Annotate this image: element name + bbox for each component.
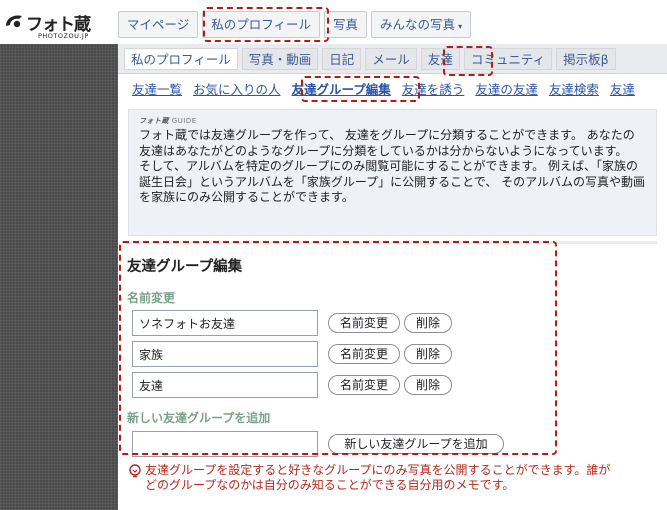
link-friends-of-friends[interactable]: 友達の友達 — [475, 79, 538, 98]
rename-button[interactable]: 名前変更 — [328, 313, 400, 333]
link-favorite-people[interactable]: お気に入りの人 — [193, 79, 281, 98]
tab-community-label: コミュニティ — [470, 51, 546, 67]
guide-text: フォト蔵では友達グループを作って、 友達をグループに分類することができます。 あ… — [139, 128, 646, 205]
group-name-input[interactable] — [132, 341, 318, 367]
chevron-down-icon: ▾ — [458, 22, 463, 31]
guide-brand: フォト蔵 — [139, 117, 169, 125]
rename-label: 名前変更 — [127, 291, 176, 305]
group-row: 名前変更 削除 — [132, 341, 462, 367]
add-group-row: 新しい友達グループを追加 — [132, 431, 512, 457]
tab-diary[interactable]: 日記 — [322, 47, 362, 70]
tab-mail-label: メール — [372, 51, 410, 67]
section-divider — [128, 241, 657, 244]
logo[interactable]: フォト蔵 PHOTOZOU.JP — [4, 10, 116, 42]
group-row: 名前変更 削除 — [132, 310, 462, 336]
tab-diary-label: 日記 — [329, 51, 355, 67]
tab-photos-videos-label: 写真・動画 — [248, 51, 312, 67]
main-nav-photos-label: 写真 — [333, 17, 359, 32]
rename-button[interactable]: 名前変更 — [328, 344, 400, 364]
group-row: 名前変更 削除 — [132, 372, 462, 398]
header: フォト蔵 PHOTOZOU.JP マイページ 私のプロフィール 写真 みんなの写… — [0, 0, 667, 44]
guide-box: フォト蔵 GUIDE フォト蔵では友達グループを作って、 友達をグループに分類す… — [128, 109, 657, 236]
friend-group-edit-section: 友達グループ編集 名前変更 名前変更 削除 名前変更 削除 名前変更 削除 新し… — [118, 241, 667, 510]
lightbulb-icon — [129, 464, 141, 478]
main-nav-photos[interactable]: 写真 — [324, 11, 368, 38]
section-title: 友達グループ編集 — [127, 259, 243, 275]
tab-mail[interactable]: メール — [365, 47, 417, 70]
group-name-input[interactable] — [132, 372, 318, 398]
logo-subtext: PHOTOZOU.JP — [38, 32, 89, 40]
link-edit-friend-groups[interactable]: 友達グループ編集 — [292, 79, 391, 98]
main-nav-mypage-label: マイページ — [127, 17, 190, 32]
link-invite-friends[interactable]: 友達を誘う — [402, 79, 465, 98]
link-friend-list[interactable]: 友達一覧 — [132, 79, 182, 98]
tab-friends-label: 友達 — [427, 51, 453, 67]
main-nav-mypage[interactable]: マイページ — [118, 11, 199, 38]
delete-button[interactable]: 削除 — [404, 375, 452, 395]
friends-sub-nav: 友達一覧 お気に入りの人 友達グループ編集 友達を誘う 友達の友達 友達検索 友… — [118, 76, 667, 100]
main-nav-everyone-photos-label: みんなの写真 — [380, 17, 456, 32]
delete-button[interactable]: 削除 — [404, 344, 452, 364]
guide-label: フォト蔵 GUIDE — [139, 116, 646, 126]
main-nav-my-profile-label: 私のプロフィール — [211, 17, 312, 32]
tab-photos-videos[interactable]: 写真・動画 — [241, 47, 319, 70]
group-name-input[interactable] — [132, 310, 318, 336]
tab-bbs-label: 掲示板β — [563, 51, 609, 67]
main-nav-everyone-photos[interactable]: みんなの写真 ▾ — [371, 11, 472, 38]
logo-mark-icon — [6, 15, 22, 28]
guide-label-text: GUIDE — [171, 117, 197, 125]
help-note-text: 友達グループを設定すると好きなグループにのみ写真を公開することができます。誰が … — [145, 463, 611, 492]
sub-nav: 私のプロフィール 写真・動画 日記 メール 友達 コミュニティ 掲示板β — [118, 44, 667, 74]
rename-button[interactable]: 名前変更 — [328, 375, 400, 395]
link-friend-search[interactable]: 友達検索 — [549, 79, 599, 98]
tab-friends[interactable]: 友達 — [420, 47, 460, 70]
tab-bbs[interactable]: 掲示板β — [556, 47, 616, 70]
help-note: 友達グループを設定すると好きなグループにのみ写真を公開することができます。誰が … — [128, 463, 663, 493]
tab-my-profile[interactable]: 私のプロフィール — [124, 47, 238, 70]
tab-my-profile-label: 私のプロフィール — [131, 51, 231, 67]
add-group-button[interactable]: 新しい友達グループを追加 — [328, 434, 504, 454]
delete-button[interactable]: 削除 — [404, 313, 452, 333]
main-nav: マイページ 私のプロフィール 写真 みんなの写真 ▾ — [118, 11, 472, 38]
left-sidebar-background — [0, 44, 118, 510]
link-friends-more[interactable]: 友達 — [610, 79, 635, 98]
tab-community[interactable]: コミュニティ — [463, 47, 553, 70]
add-group-label: 新しい友達グループを追加 — [127, 411, 271, 425]
new-group-input[interactable] — [132, 431, 318, 457]
main-nav-my-profile[interactable]: 私のプロフィール — [202, 11, 321, 38]
